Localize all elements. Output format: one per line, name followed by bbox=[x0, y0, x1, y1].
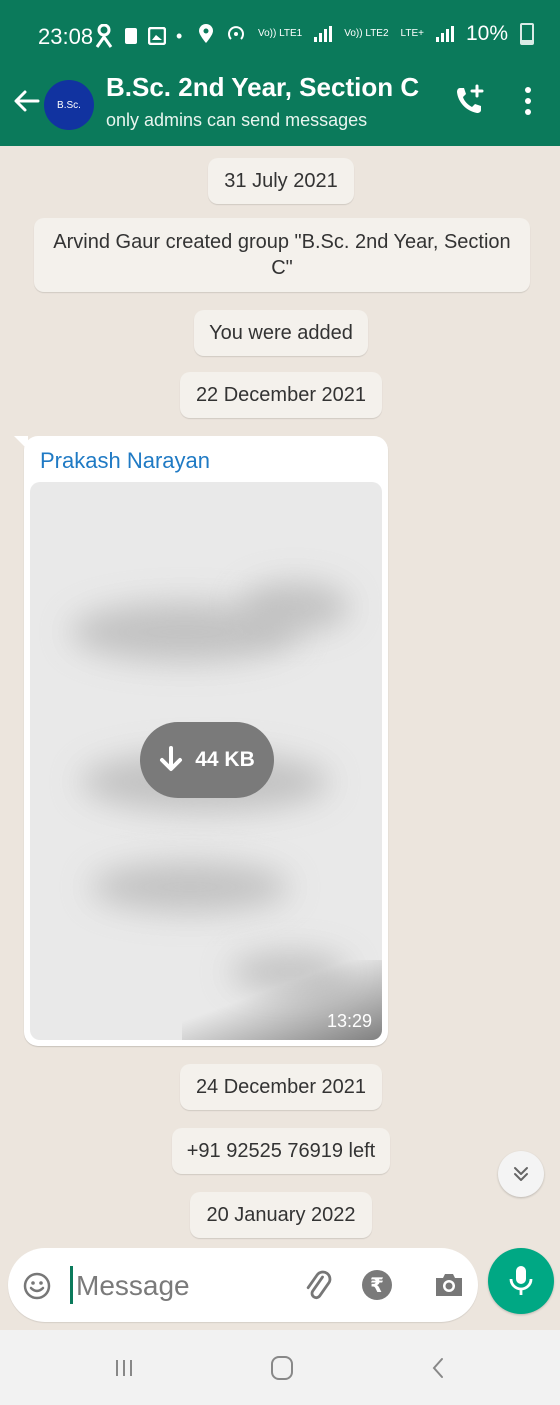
date-chip: 20 January 2022 bbox=[190, 1192, 372, 1238]
sim1-signal-label: Vo)) LTE1 bbox=[257, 28, 303, 39]
sim1-signal-bars bbox=[314, 26, 333, 42]
location-icon bbox=[198, 24, 213, 43]
lte-plus-label: LTE+ bbox=[400, 28, 424, 39]
status-bar: 23:08 • Vo)) LTE1 Vo)) LTE2 LTE+ 10% bbox=[0, 0, 560, 70]
rupee-icon[interactable]: ₹ bbox=[362, 1270, 392, 1300]
sim2-signal-bars bbox=[435, 26, 454, 42]
chat-area[interactable]: 31 July 2021 Arvind Gaur created group "… bbox=[0, 146, 560, 1326]
system-message-added: You were added bbox=[194, 310, 368, 356]
battery-percent: 10% bbox=[465, 22, 508, 45]
chat-header[interactable]: B.Sc. B.Sc. 2nd Year, Section C only adm… bbox=[0, 70, 560, 146]
download-arrow-icon bbox=[160, 746, 183, 771]
emoji-icon[interactable] bbox=[22, 1271, 52, 1301]
camera-icon[interactable] bbox=[432, 1268, 466, 1302]
sim2-signal-label: Vo)) LTE2 bbox=[344, 28, 389, 39]
date-chip: 22 December 2021 bbox=[180, 372, 382, 418]
scroll-to-bottom-button[interactable] bbox=[498, 1151, 544, 1197]
blurred-image-preview[interactable]: 44 KB 13:29 bbox=[30, 482, 382, 1040]
mic-icon bbox=[509, 1266, 533, 1295]
recent-apps-button[interactable] bbox=[104, 1348, 144, 1388]
avatar-text: B.Sc. bbox=[57, 99, 81, 111]
status-icons-left: • bbox=[94, 24, 182, 48]
back-button[interactable] bbox=[418, 1348, 458, 1388]
dot-icon: • bbox=[176, 25, 183, 46]
download-size: 44 KB bbox=[195, 748, 255, 771]
download-button[interactable]: 44 KB bbox=[140, 722, 274, 798]
arrow-left-icon[interactable] bbox=[10, 84, 44, 118]
message-input-bar[interactable]: ₹ bbox=[8, 1248, 478, 1322]
message-bubble[interactable]: Prakash Narayan 44 KB 13:29 bbox=[14, 436, 388, 1046]
home-button[interactable] bbox=[262, 1348, 302, 1388]
paperclip-icon[interactable] bbox=[300, 1268, 336, 1304]
status-time: 23:08 bbox=[38, 24, 94, 49]
message-input[interactable] bbox=[74, 1262, 298, 1310]
mic-button[interactable] bbox=[488, 1248, 554, 1314]
group-subtitle: only admins can send messages bbox=[106, 110, 368, 130]
back-chevron-icon bbox=[432, 1358, 443, 1378]
add-call-icon[interactable] bbox=[452, 82, 488, 118]
system-message-left: +91 92525 76919 left bbox=[172, 1128, 390, 1174]
date-chip: 24 December 2021 bbox=[180, 1064, 382, 1110]
message-time: 13:29 bbox=[326, 1011, 372, 1031]
system-message-created: Arvind Gaur created group "B.Sc. 2nd Yea… bbox=[34, 218, 530, 292]
status-icons-right: Vo)) LTE1 Vo)) LTE2 LTE+ 10% bbox=[198, 22, 534, 46]
sender-name[interactable]: Prakash Narayan bbox=[40, 448, 210, 474]
hotspot-icon bbox=[228, 26, 244, 40]
accessibility-icon bbox=[95, 24, 113, 48]
gallery-icon bbox=[148, 27, 166, 45]
more-vertical-icon[interactable] bbox=[520, 84, 536, 118]
group-avatar[interactable]: B.Sc. bbox=[44, 80, 94, 130]
battery-icon bbox=[520, 23, 534, 45]
recent-apps-icon bbox=[116, 1360, 132, 1376]
text-cursor bbox=[70, 1266, 73, 1304]
system-nav-bar bbox=[0, 1330, 560, 1405]
double-chevron-down-icon bbox=[514, 1167, 528, 1181]
sim-icon bbox=[125, 28, 137, 44]
home-icon bbox=[271, 1356, 293, 1380]
group-title[interactable]: B.Sc. 2nd Year, Section C bbox=[106, 72, 419, 103]
date-chip: 31 July 2021 bbox=[208, 158, 354, 204]
